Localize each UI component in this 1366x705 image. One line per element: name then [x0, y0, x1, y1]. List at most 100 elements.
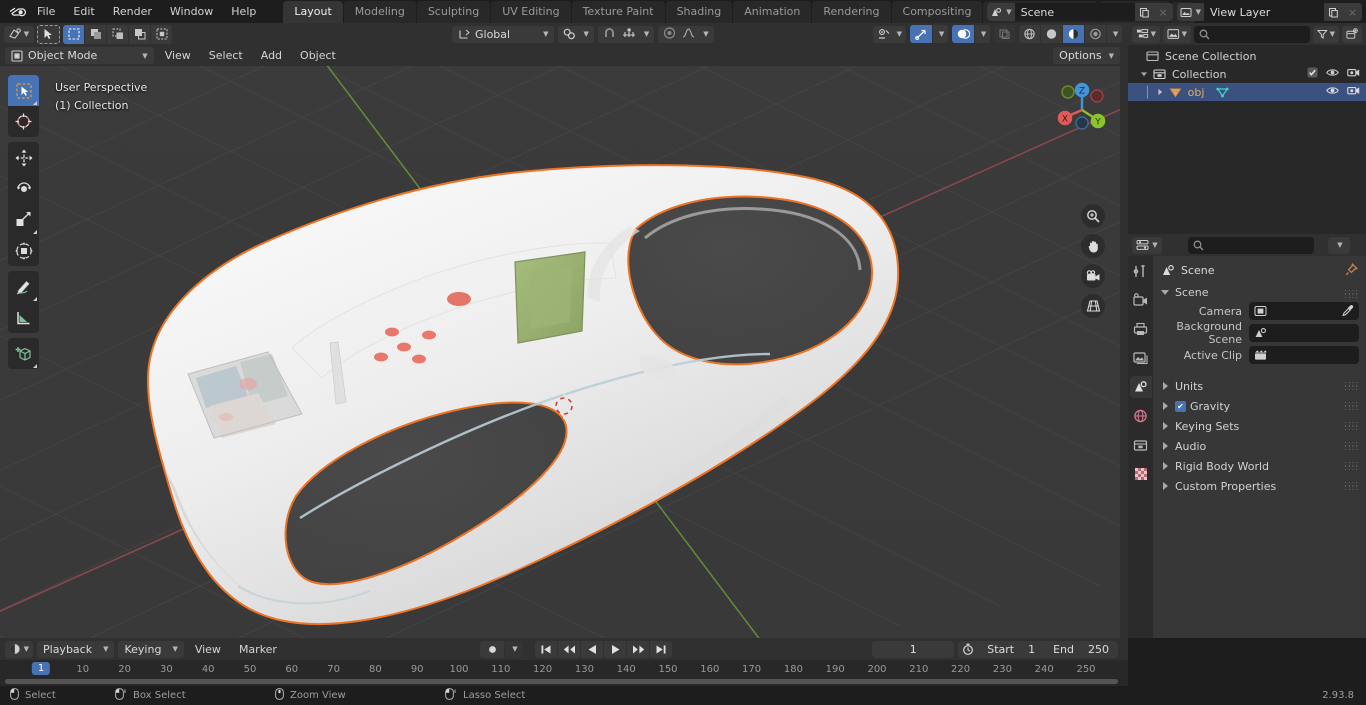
new-collection-icon[interactable] — [1342, 25, 1362, 43]
panel-header-scene[interactable]: Scene :::::::: — [1153, 283, 1366, 302]
gravity-checkbox[interactable]: ✔ — [1175, 400, 1186, 412]
grip-dots[interactable]: :::::::: — [1344, 380, 1359, 392]
panel-audio[interactable]: Audio :::::::: — [1153, 436, 1366, 456]
properties-filter-caret[interactable]: ▼ — [1328, 236, 1350, 254]
eyedropper-icon[interactable] — [1341, 304, 1354, 320]
move-tool[interactable] — [8, 142, 39, 173]
select-subtract-icon[interactable] — [107, 24, 128, 44]
grip-dots[interactable]: :::::::: — [1344, 480, 1359, 492]
outliner-display-mode-icon[interactable]: ▼ — [1132, 25, 1160, 43]
tab-uv-editing[interactable]: UV Editing — [491, 1, 571, 23]
camera-field[interactable] — [1249, 302, 1359, 320]
grip-dots[interactable]: :::::::: — [1344, 400, 1359, 412]
snap-increment-icon[interactable] — [622, 27, 636, 42]
panel-custom-properties[interactable]: Custom Properties :::::::: — [1153, 476, 1366, 496]
select-intersect-icon[interactable] — [151, 24, 172, 44]
zoom-icon[interactable] — [1081, 204, 1105, 228]
camera-view-icon[interactable] — [1081, 264, 1105, 288]
scene-name-field[interactable]: Scene — [1014, 3, 1135, 21]
proportional-editing-icon[interactable] — [663, 26, 676, 42]
gizmo-icon[interactable] — [910, 25, 932, 43]
tab-texture-paint[interactable]: Texture Paint — [571, 1, 665, 23]
timeline-menu-view[interactable]: View — [188, 641, 228, 658]
unlink-scene-icon[interactable]: × — [1153, 3, 1173, 21]
viewport-menu-add[interactable]: Add — [254, 47, 289, 64]
current-frame-field[interactable]: 1 — [872, 640, 955, 658]
properties-tab-texture[interactable] — [1130, 463, 1152, 485]
properties-tab-view-layer[interactable] — [1130, 347, 1152, 369]
blender-logo-icon[interactable] — [6, 3, 28, 21]
solid-icon[interactable] — [1041, 25, 1062, 43]
funnel-icon[interactable]: ▼ — [1313, 25, 1339, 43]
xray-toggle-icon[interactable] — [994, 25, 1015, 43]
mesh-data-icon[interactable] — [1216, 86, 1230, 98]
menu-edit[interactable]: Edit — [64, 3, 103, 21]
grip-dots[interactable]: :::::::: — [1344, 460, 1359, 472]
play-button[interactable] — [604, 640, 626, 658]
magnet-icon[interactable] — [603, 27, 616, 42]
eye-icon[interactable] — [1326, 85, 1339, 99]
camera-render-icon[interactable] — [1347, 85, 1360, 99]
chevron-down-icon[interactable] — [1140, 68, 1148, 81]
shading-dropdown-caret[interactable]: ▼ — [1107, 25, 1122, 43]
properties-tab-world[interactable] — [1130, 405, 1152, 427]
snap-group[interactable]: ▼ — [597, 25, 655, 43]
rendered-icon[interactable] — [1085, 25, 1106, 43]
properties-tab-output[interactable] — [1130, 318, 1152, 340]
tweak-select-tool[interactable] — [8, 75, 39, 106]
eye-icon[interactable] — [1326, 67, 1339, 81]
outliner-row-scene-collection[interactable]: Scene Collection — [1128, 47, 1366, 65]
pin-icon[interactable] — [1345, 262, 1358, 279]
scene-icon[interactable]: ▼ — [987, 3, 1015, 21]
snap-target-dropdown[interactable]: ▼ — [558, 25, 594, 43]
view-layer-name-field[interactable]: View Layer — [1204, 3, 1324, 21]
pan-hand-icon[interactable] — [1081, 234, 1105, 258]
overlays-icon[interactable] — [952, 25, 974, 43]
jump-end-button[interactable] — [650, 640, 672, 658]
viewport-sidebar-tabstrip[interactable] — [1120, 66, 1128, 638]
editor-type-3dview-icon[interactable]: ▼ — [4, 25, 34, 43]
tweak-tool-indicator[interactable] — [37, 24, 60, 44]
stopwatch-icon[interactable] — [958, 640, 979, 658]
gizmo-dropdown-caret[interactable]: ▼ — [933, 25, 948, 43]
new-scene-icon[interactable] — [1134, 3, 1154, 21]
select-box-icon[interactable] — [63, 24, 84, 44]
prev-keyframe-button[interactable] — [558, 640, 580, 658]
tab-rendering[interactable]: Rendering — [812, 1, 891, 23]
menu-help[interactable]: Help — [222, 3, 265, 21]
properties-tab-collection[interactable] — [1130, 434, 1152, 456]
background-scene-field[interactable] — [1249, 324, 1359, 342]
viewport-menu-object[interactable]: Object — [293, 47, 343, 64]
outliner-search-input[interactable] — [1194, 25, 1310, 43]
viewport-canvas[interactable] — [0, 66, 1128, 638]
next-keyframe-button[interactable] — [627, 640, 649, 658]
keying-dropdown[interactable]: Keying ▼ — [118, 640, 184, 658]
tab-shading[interactable]: Shading — [665, 1, 733, 23]
auto-keying-caret[interactable]: ▼ — [505, 640, 523, 658]
properties-tab-scene[interactable] — [1129, 376, 1152, 398]
tab-layout[interactable]: Layout — [283, 1, 343, 23]
panel-gravity[interactable]: ✔ Gravity :::::::: — [1153, 396, 1366, 416]
cursor-tool[interactable] — [8, 106, 39, 137]
3d-viewport[interactable]: User Perspective (1) Collection Z X Y — [0, 66, 1128, 638]
measure-tool[interactable] — [8, 302, 39, 333]
material-preview-icon[interactable] — [1063, 25, 1084, 43]
jump-start-button[interactable] — [535, 640, 557, 658]
properties-tab-tool[interactable] — [1130, 260, 1152, 282]
tab-sculpting[interactable]: Sculpting — [416, 1, 491, 23]
properties-editor-icon[interactable]: ▼ — [1132, 236, 1162, 254]
camera-render-icon[interactable] — [1347, 67, 1360, 81]
unlink-view-layer-icon[interactable]: × — [1343, 3, 1362, 21]
chevron-right-icon[interactable] — [1156, 86, 1164, 99]
tab-modeling[interactable]: Modeling — [343, 1, 416, 23]
select-extend-icon[interactable] — [85, 24, 106, 44]
grip-dots[interactable]: :::::::: — [1344, 288, 1359, 300]
toggle-perspective-icon[interactable] — [1081, 294, 1105, 318]
viewport-menu-view[interactable]: View — [158, 47, 198, 64]
active-clip-field[interactable] — [1249, 346, 1359, 364]
rotate-tool[interactable] — [8, 173, 39, 204]
mode-dropdown[interactable]: Object Mode ▼ — [5, 47, 154, 64]
outliner-row-collection[interactable]: Collection — [1128, 65, 1366, 83]
timeline-scrollbar[interactable] — [5, 679, 1118, 684]
transform-orientation-dropdown[interactable]: Global ▼ — [452, 25, 555, 43]
